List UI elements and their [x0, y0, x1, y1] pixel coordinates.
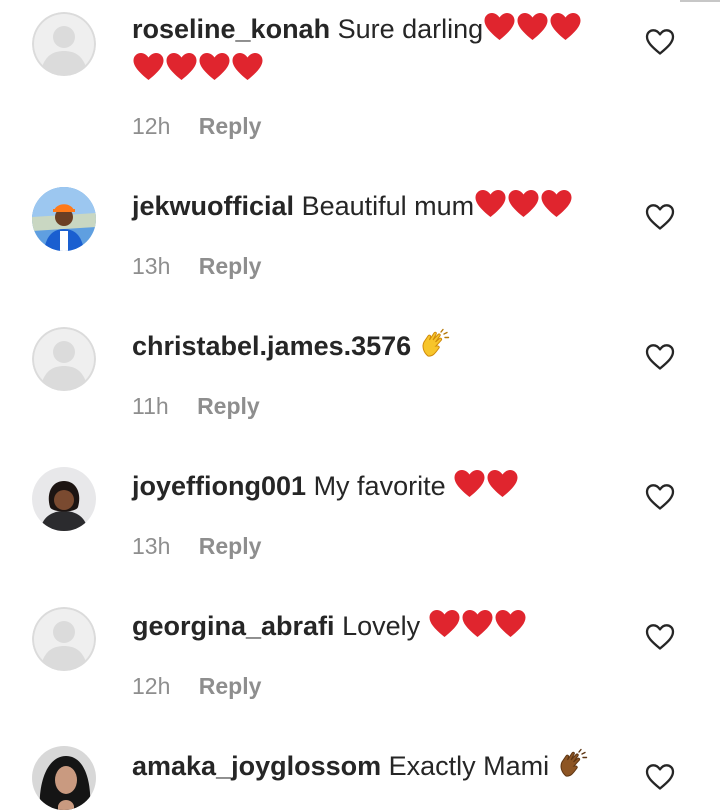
heart-emoji-icon: [165, 52, 198, 82]
comment-text: amaka_joyglossom Exactly Mami: [132, 747, 612, 785]
heart-emoji-icon: [198, 52, 231, 82]
comment-username[interactable]: joyeffiong001: [132, 471, 306, 501]
comment-username[interactable]: amaka_joyglossom: [132, 751, 381, 781]
heart-emoji-icon: [494, 609, 527, 639]
heart-emoji-icon: [540, 189, 573, 219]
like-heart-icon[interactable]: [645, 343, 675, 371]
heart-emoji-icon: [486, 469, 519, 499]
clapping-hands-emoji-icon: [422, 328, 449, 357]
comment-body: Exactly Mami: [388, 751, 550, 781]
comment-text: christabel.james.3576: [132, 327, 612, 365]
comment-body: Beautiful mum: [301, 191, 475, 221]
like-heart-icon[interactable]: [645, 623, 675, 651]
comment-emoji: [483, 14, 582, 44]
comment-meta: 13h Reply: [132, 251, 261, 281]
comment-time: 11h: [132, 393, 169, 419]
comment-username[interactable]: jekwuofficial: [132, 191, 294, 221]
avatar[interactable]: [32, 187, 96, 251]
avatar[interactable]: [32, 607, 96, 671]
heart-emoji-icon: [231, 52, 264, 82]
comment-body: My favorite: [313, 471, 446, 501]
comment-meta: 12h Reply: [132, 111, 261, 141]
comment-body: Sure darling: [337, 14, 484, 44]
avatar[interactable]: [32, 12, 96, 76]
comment-text: joyeffiong001 My favorite: [132, 467, 612, 505]
comment-meta: 11h Reply: [132, 391, 260, 421]
comment-meta: 12h Reply: [132, 671, 261, 701]
heart-emoji-icon: [132, 52, 165, 82]
top-divider: [680, 0, 720, 2]
comment-emoji: [428, 611, 527, 641]
comment-time: 12h: [132, 673, 171, 699]
reply-button[interactable]: Reply: [197, 393, 260, 419]
heart-emoji-icon: [453, 469, 486, 499]
reply-button[interactable]: Reply: [199, 533, 262, 559]
user-photo-icon: [32, 467, 96, 531]
user-photo-icon: [32, 746, 96, 810]
like-heart-icon[interactable]: [645, 483, 675, 511]
comment-text: roseline_konah Sure darling: [132, 10, 612, 88]
heart-emoji-icon: [483, 12, 516, 42]
comment-time: 13h: [132, 533, 171, 559]
heart-emoji-icon: [507, 189, 540, 219]
comment-emoji: [474, 191, 573, 221]
heart-emoji-icon: [549, 12, 582, 42]
default-avatar-icon: [32, 607, 96, 671]
comment-text: georgina_abrafi Lovely: [132, 607, 612, 645]
comment-time: 12h: [132, 113, 171, 139]
comment-time: 13h: [132, 253, 171, 279]
reply-button[interactable]: Reply: [199, 253, 262, 279]
avatar[interactable]: [32, 467, 96, 531]
reply-button[interactable]: Reply: [199, 673, 262, 699]
comment-username[interactable]: georgina_abrafi: [132, 611, 335, 641]
heart-emoji-icon: [428, 609, 461, 639]
like-heart-icon[interactable]: [645, 763, 675, 791]
comment-body: Lovely: [342, 611, 421, 641]
like-heart-icon[interactable]: [645, 203, 675, 231]
heart-emoji-icon: [474, 189, 507, 219]
comment-emoji: [453, 471, 519, 501]
like-heart-icon[interactable]: [645, 28, 675, 56]
comment-meta: 13h Reply: [132, 531, 261, 561]
default-avatar-icon: [32, 12, 96, 76]
comment-text: jekwuofficial Beautiful mum: [132, 187, 612, 225]
comment-emoji-line: [132, 50, 264, 88]
heart-emoji-icon: [516, 12, 549, 42]
comment-username[interactable]: roseline_konah: [132, 14, 330, 44]
comment-username[interactable]: christabel.james.3576: [132, 331, 411, 361]
avatar[interactable]: [32, 327, 96, 391]
heart-emoji-icon: [461, 609, 494, 639]
avatar[interactable]: [32, 746, 96, 810]
default-avatar-icon: [32, 327, 96, 391]
reply-button[interactable]: Reply: [199, 113, 262, 139]
clapping-hands-emoji-icon: [560, 748, 587, 777]
user-photo-icon: [32, 187, 96, 251]
